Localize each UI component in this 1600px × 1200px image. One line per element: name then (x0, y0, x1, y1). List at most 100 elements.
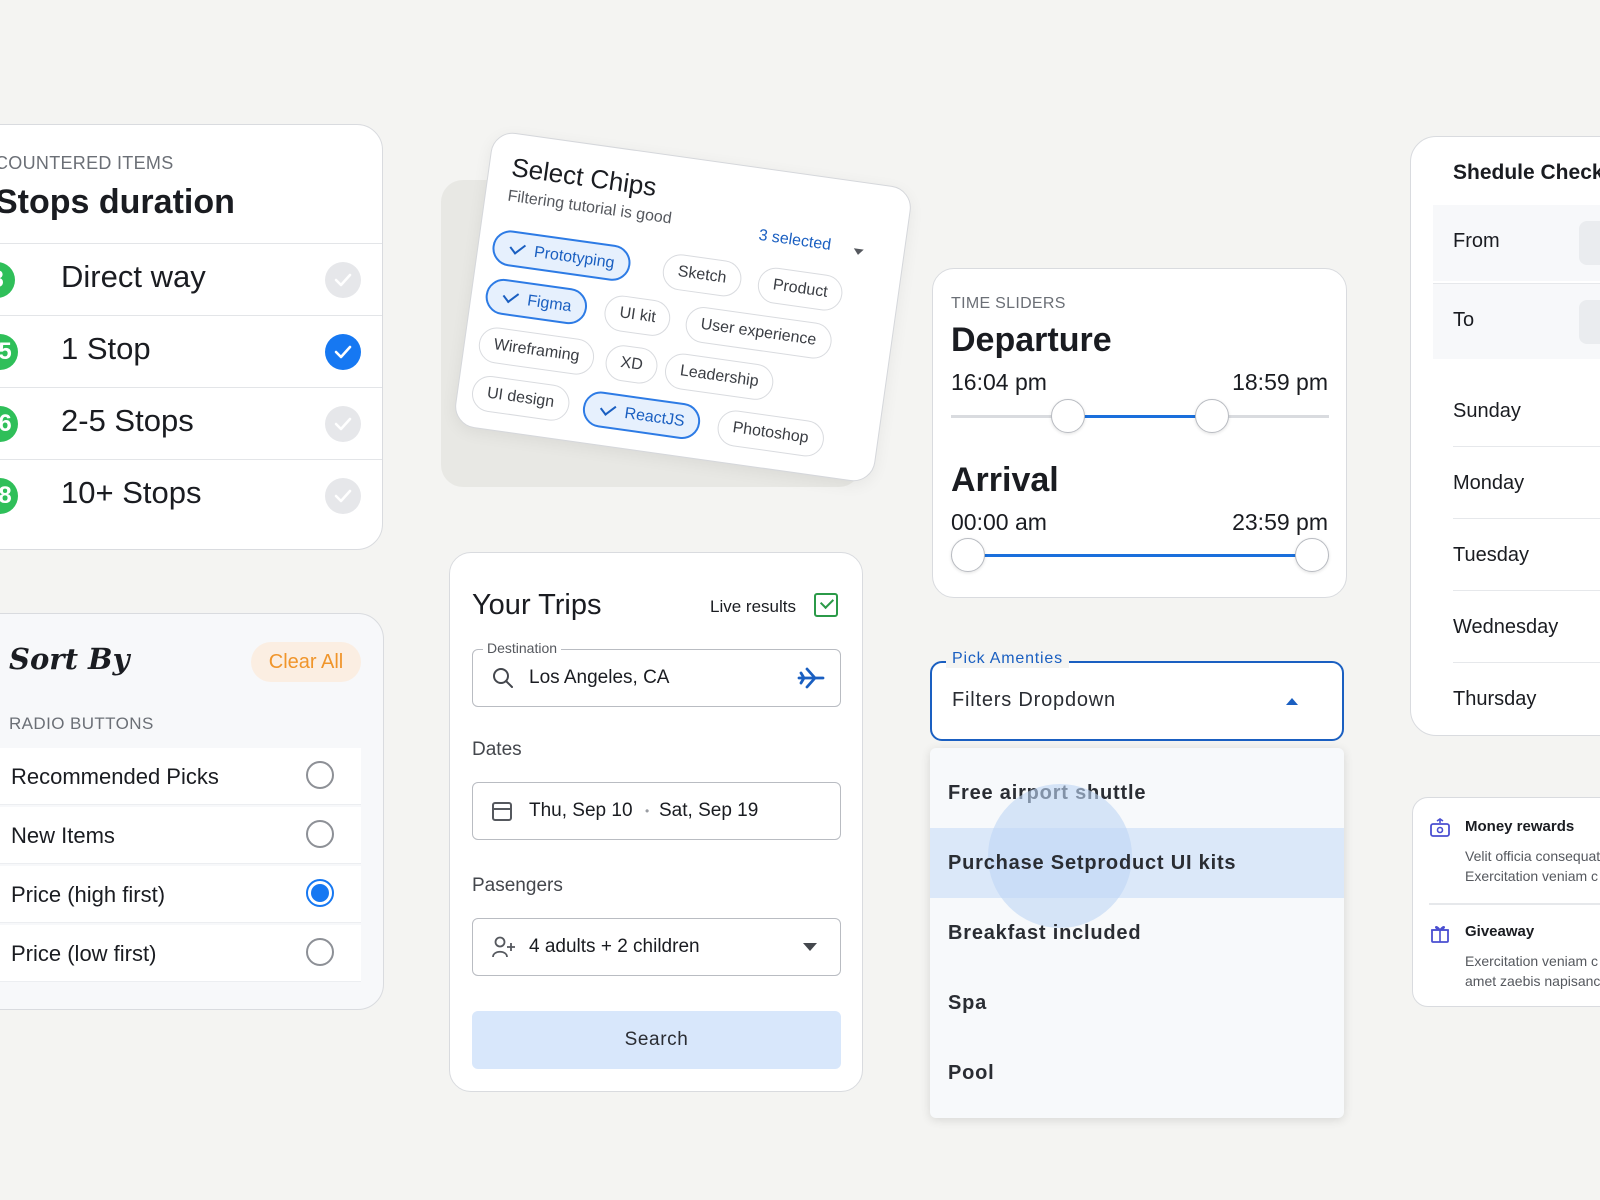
day-row-wednesday[interactable]: Wednesday (1453, 591, 1600, 663)
start-date: Thu, Sep 10 (529, 800, 633, 821)
divider (1429, 903, 1600, 905)
passengers-select[interactable]: 4 adults + 2 children (472, 918, 841, 976)
chip-xd[interactable]: XD (603, 342, 660, 386)
arrival-title: Arrival (951, 461, 1059, 499)
menu-item-free-airport-shuttle[interactable]: Free airport shuttle (930, 758, 1344, 828)
check-icon (334, 417, 352, 431)
arrival-low-handle[interactable] (951, 538, 985, 572)
stops-title: Stops duration (0, 183, 235, 221)
menu-item-breakfast-included[interactable]: Breakfast included (930, 898, 1344, 968)
passengers-value: 4 adults + 2 children (529, 936, 700, 957)
reward-text: amet zaebis napisanc (1465, 973, 1600, 989)
menu-item-spa[interactable]: Spa (930, 968, 1344, 1038)
chip-wireframing[interactable]: Wireframing (476, 325, 597, 377)
chip-user-experience[interactable]: User experience (683, 304, 834, 361)
amenities-value: Filters Dropdown (952, 689, 1116, 711)
selected-count-dropdown[interactable]: 3 selected (757, 227, 833, 255)
day-row-sunday[interactable]: Sunday (1453, 375, 1600, 447)
date-separator: • (645, 804, 650, 818)
destination-field[interactable]: Destination Los Angeles, CA (472, 640, 841, 707)
departure-low-handle[interactable] (1051, 399, 1086, 433)
stops-duration-card: COUNTERED ITEMS Stops duration 8 Direct … (0, 124, 383, 550)
destination-legend: Destination (483, 640, 562, 656)
money-rewards-icon (1430, 818, 1450, 837)
day-row-thursday[interactable]: Thursday (1453, 663, 1600, 735)
time-sliders-card: TIME SLIDERS Departure 16:04 pm 18:59 pm… (932, 268, 1347, 598)
search-button[interactable]: Search (472, 1011, 841, 1069)
your-trips-card: Your Trips Live results Destination Los … (449, 552, 863, 1092)
count-badge: 8 (0, 262, 15, 298)
radio-label: New Items (11, 823, 115, 848)
radio-button[interactable] (306, 938, 334, 966)
check-icon (334, 345, 352, 359)
checkbox[interactable] (325, 406, 361, 442)
chip-reactjs[interactable]: ReactJS (580, 389, 703, 442)
stop-option-1-stop[interactable]: 15 1 Stop (0, 315, 382, 387)
radio-label: Price (high first) (11, 882, 166, 907)
search-icon (493, 668, 513, 688)
schedule-title: Shedule Check (1453, 161, 1600, 184)
airplane-icon (797, 667, 825, 689)
live-results-checkbox[interactable] (814, 593, 838, 617)
stop-option-2-5-stops[interactable]: 26 2-5 Stops (0, 387, 382, 459)
day-row-monday[interactable]: Monday (1453, 447, 1600, 519)
chip-leadership[interactable]: Leadership (662, 351, 776, 403)
amenities-dropdown-field[interactable]: Pick Amenties Filters Dropdown (930, 650, 1344, 741)
amenities-legend: Pick Amenties (946, 650, 1069, 668)
radio-option-new-items[interactable]: New Items (0, 807, 361, 864)
reward-title: Money rewards (1465, 818, 1575, 835)
count-badge: 26 (0, 406, 18, 442)
arrival-slider-track[interactable] (951, 538, 1329, 572)
caret-down-icon (853, 248, 864, 256)
checkbox[interactable] (325, 478, 361, 514)
departure-high-value: 18:59 pm (1232, 369, 1328, 395)
to-label: To (1453, 309, 1475, 331)
count-badge: 48 (0, 478, 18, 514)
radio-option-price-low[interactable]: Price (low first) (0, 925, 361, 982)
chip-prototyping[interactable]: Prototyping (490, 228, 633, 284)
check-icon (334, 273, 352, 287)
stop-option-10-plus-stops[interactable]: 48 10+ Stops (0, 459, 382, 531)
menu-item-pool[interactable]: Pool (930, 1038, 1344, 1108)
radio-button-selected[interactable] (306, 879, 334, 907)
stop-label: 2-5 Stops (61, 403, 194, 438)
trips-title: Your Trips (472, 589, 602, 621)
chip-product[interactable]: Product (755, 265, 845, 313)
passengers-label: Pasengers (472, 875, 563, 896)
departure-slider-track[interactable] (951, 399, 1329, 433)
stop-label: 1 Stop (61, 331, 151, 366)
to-field[interactable]: To (1433, 283, 1600, 359)
arrival-high-handle[interactable] (1294, 538, 1329, 572)
radio-button[interactable] (306, 820, 334, 848)
count-badge: 15 (0, 334, 18, 370)
stop-label: Direct way (61, 259, 206, 294)
destination-value: Los Angeles, CA (529, 667, 670, 688)
chip-photoshop[interactable]: Photoshop (715, 408, 826, 459)
arrival-slider-range (968, 554, 1312, 557)
chip-ui-kit[interactable]: UI kit (602, 293, 673, 339)
checkbox[interactable] (325, 262, 361, 298)
radio-option-price-high[interactable]: Price (high first) (0, 866, 361, 923)
reward-text: Exercitation veniam c (1465, 868, 1599, 884)
caret-up-icon (1286, 698, 1298, 705)
menu-item-purchase-setproduct[interactable]: Purchase Setproduct UI kits (930, 784, 1344, 928)
dates-field[interactable]: Thu, Sep 10 • Sat, Sep 19 (472, 782, 841, 840)
chip-ui-design[interactable]: UI design (469, 373, 572, 423)
from-label: From (1453, 230, 1500, 252)
checkbox-checked[interactable] (325, 334, 361, 370)
from-field[interactable]: From (1433, 205, 1600, 281)
chip-sketch[interactable]: Sketch (660, 252, 744, 299)
departure-slider-range (1068, 415, 1212, 418)
clear-all-button[interactable]: Clear All (251, 642, 361, 682)
departure-high-handle[interactable] (1194, 399, 1229, 433)
stop-label: 10+ Stops (61, 475, 202, 510)
chip-figma[interactable]: Figma (483, 276, 590, 327)
reward-title: Giveaway (1465, 923, 1535, 940)
stop-option-direct[interactable]: 8 Direct way (0, 243, 382, 315)
radio-button[interactable] (306, 761, 334, 789)
rewards-card: Money rewards Velit officia consequat Ex… (1412, 797, 1600, 1007)
radio-option-recommended[interactable]: Recommended Picks (0, 748, 361, 805)
time-sliders-eyebrow: TIME SLIDERS (951, 295, 1066, 312)
reward-text: Velit officia consequat (1465, 848, 1600, 864)
day-row-tuesday[interactable]: Tuesday (1453, 519, 1600, 591)
